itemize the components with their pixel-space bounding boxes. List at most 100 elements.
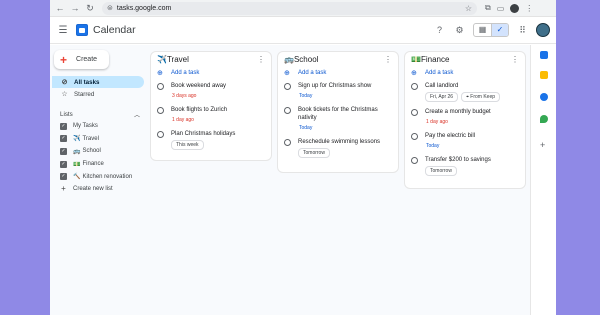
source-label: From Keep [470, 94, 496, 100]
task-complete-circle-icon[interactable] [284, 107, 291, 114]
checkbox-checked-icon[interactable]: ✓ [60, 147, 67, 155]
list-item-finance[interactable]: ✓ 💵 Finance [52, 158, 148, 171]
plus-icon: + [60, 52, 68, 67]
main-menu-icon[interactable]: ☰ [56, 25, 70, 36]
money-icon: 💵 [73, 161, 81, 168]
checkbox-checked-icon[interactable]: ✓ [60, 160, 67, 168]
browser-toolbar: ← → ↻ ⊜ tasks.google.com ☆ ⧉ ▭ ⋮ [50, 0, 556, 17]
add-task-icon: ⊕ [284, 70, 290, 77]
user-avatar[interactable] [536, 23, 550, 37]
due-date-chip: Today [298, 92, 317, 100]
url-text: tasks.google.com [116, 4, 172, 12]
side-panel-rail: + [530, 45, 556, 315]
help-icon[interactable]: ? [433, 24, 446, 37]
list-label: Finance [82, 161, 104, 168]
more-options-icon[interactable]: ⋮ [257, 55, 265, 64]
back-arrow-icon[interactable]: ← [54, 2, 66, 14]
keep-app-icon[interactable] [540, 71, 548, 79]
browser-window: ← → ↻ ⊜ tasks.google.com ☆ ⧉ ▭ ⋮ ☰ Calen… [50, 0, 556, 315]
app-title: Calendar [93, 24, 136, 36]
task-complete-circle-icon[interactable] [157, 83, 164, 90]
sidebar-item-label: All tasks [74, 78, 100, 86]
browser-profile-avatar[interactable] [510, 3, 520, 13]
calendar-view-icon[interactable]: ▦ [474, 24, 491, 36]
plus-icon: + [61, 184, 66, 194]
main-area: + Create ⊘ All tasks ☆ Starred Lists ︿ ✓… [50, 45, 556, 315]
task-item[interactable]: Book weekend away 3 days ago [151, 79, 271, 103]
add-task-button[interactable]: ⊕ Add a task [405, 67, 525, 79]
bookmark-star-icon[interactable]: ☆ [465, 4, 472, 13]
task-list-card-school: 🚌School ⋮ ⊕ Add a task Sign up for Chris… [277, 51, 399, 173]
add-task-label: Add a task [298, 70, 327, 76]
sidebar: + Create ⊘ All tasks ☆ Starred Lists ︿ ✓… [50, 45, 148, 315]
list-item-school[interactable]: ✓ 🚌 School [52, 145, 148, 158]
task-item[interactable]: Call landlord Fri, Apr 26 ⌖ From Keep [405, 79, 525, 105]
add-task-label: Add a task [171, 70, 200, 76]
task-title: Book tickets for the Christmas nativity [298, 107, 378, 121]
due-date-chip: 1 day ago [426, 119, 448, 125]
create-button[interactable]: + Create [54, 50, 109, 69]
list-label: My Tasks [73, 123, 98, 130]
task-title: Call landlord [425, 83, 459, 89]
checkbox-checked-icon[interactable]: ✓ [60, 122, 67, 130]
sidebar-item-all-tasks[interactable]: ⊘ All tasks [52, 76, 144, 88]
more-options-icon[interactable]: ⋮ [384, 55, 392, 64]
task-item[interactable]: Transfer $200 to savings Tomorrow [405, 153, 525, 179]
list-item-my-tasks[interactable]: ✓ My Tasks [52, 120, 148, 133]
list-item-kitchen-renovation[interactable]: ✓ 🔨 Kitchen renovation [52, 170, 148, 183]
task-list-header: 🚌School ⋮ [278, 52, 398, 67]
task-list-title: 💵Finance [411, 55, 450, 64]
task-complete-circle-icon[interactable] [411, 133, 418, 140]
task-item[interactable]: Book flights to Zurich 1 day ago [151, 103, 271, 127]
create-new-list-button[interactable]: + Create new list [52, 183, 148, 195]
task-item[interactable]: Plan Christmas holidays This week [151, 127, 271, 153]
calendar-app-icon[interactable] [540, 51, 548, 59]
task-item[interactable]: Create a monthly budget 1 day ago [405, 105, 525, 129]
task-item[interactable]: Sign up for Christmas show Today [278, 79, 398, 103]
task-complete-circle-icon[interactable] [157, 131, 164, 138]
lists-section-header[interactable]: Lists ︿ [52, 108, 148, 120]
maps-app-icon[interactable] [540, 115, 548, 123]
tasks-view-icon[interactable]: ✓ [491, 24, 508, 36]
due-date-chip: 1 day ago [172, 117, 194, 123]
task-item[interactable]: Pay the electric bill Today [405, 129, 525, 153]
apps-grid-icon[interactable]: ⠿ [516, 24, 529, 37]
bus-icon: 🚌 [73, 148, 81, 155]
due-date-chip: Fri, Apr 26 [425, 92, 459, 102]
task-list-title: 🚌School [284, 55, 319, 64]
sidebar-item-starred[interactable]: ☆ Starred [52, 88, 148, 100]
browser-menu-icon[interactable]: ⋮ [525, 4, 533, 13]
task-list-card-finance: 💵Finance ⋮ ⊕ Add a task Call landlord Fr… [404, 51, 526, 189]
task-title: Plan Christmas holidays [171, 131, 236, 137]
chevron-up-icon[interactable]: ︿ [134, 110, 140, 119]
add-task-button[interactable]: ⊕ Add a task [151, 67, 271, 79]
task-complete-circle-icon[interactable] [157, 107, 164, 114]
sidepanel-icon[interactable]: ▭ [497, 4, 505, 13]
task-title: Sign up for Christmas show [298, 83, 372, 89]
list-item-travel[interactable]: ✓ ✈️ Travel [52, 133, 148, 146]
checkbox-checked-icon[interactable]: ✓ [60, 173, 67, 181]
address-bar[interactable]: ⊜ tasks.google.com ☆ [102, 1, 477, 15]
site-info-icon[interactable]: ⊜ [107, 4, 113, 12]
more-options-icon[interactable]: ⋮ [511, 55, 519, 64]
forward-arrow-icon[interactable]: → [69, 2, 81, 14]
checkbox-checked-icon[interactable]: ✓ [60, 135, 67, 143]
task-complete-circle-icon[interactable] [411, 157, 418, 164]
contacts-app-icon[interactable] [540, 93, 548, 101]
sidebar-item-label: Starred [74, 90, 95, 98]
task-complete-circle-icon[interactable] [411, 109, 418, 116]
task-complete-circle-icon[interactable] [284, 139, 291, 146]
due-date-chip: Today [425, 142, 444, 150]
add-task-button[interactable]: ⊕ Add a task [278, 67, 398, 79]
due-date-chip: Tomorrow [425, 166, 457, 176]
airplane-icon: ✈️ [73, 136, 81, 143]
reload-icon[interactable]: ↻ [84, 2, 96, 14]
add-app-icon[interactable]: + [540, 141, 545, 150]
task-item[interactable]: Reschedule swimming lessons Tomorrow [278, 135, 398, 161]
task-complete-circle-icon[interactable] [284, 83, 291, 90]
task-complete-circle-icon[interactable] [411, 83, 418, 90]
task-item[interactable]: Book tickets for the Christmas nativity … [278, 103, 398, 135]
task-list-header: 💵Finance ⋮ [405, 52, 525, 67]
settings-gear-icon[interactable]: ⚙ [453, 24, 466, 37]
extensions-icon[interactable]: ⧉ [485, 3, 491, 13]
